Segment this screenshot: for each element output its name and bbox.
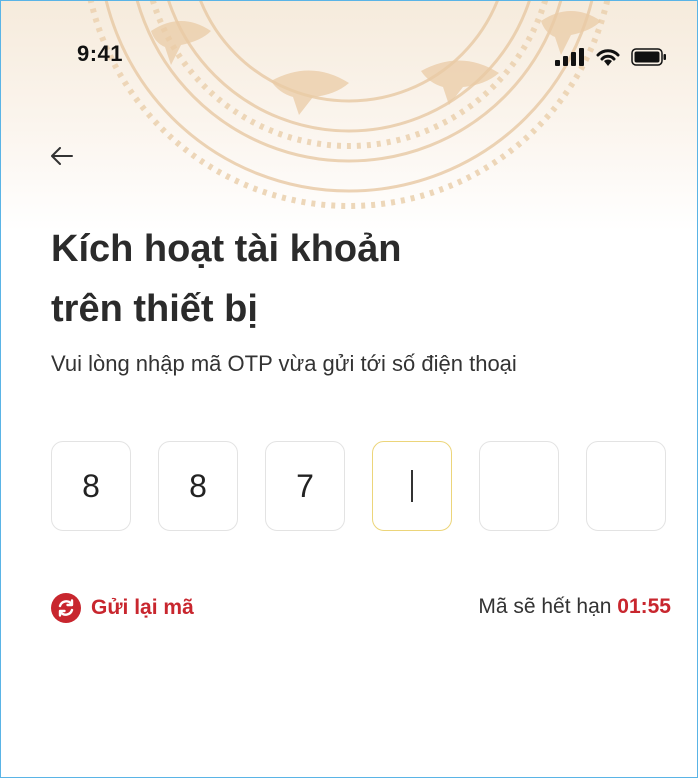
status-bar: 9:41 bbox=[1, 1, 697, 91]
page-subtitle: Vui lòng nhập mã OTP vừa gửi tới số điện… bbox=[51, 351, 517, 376]
refresh-icon bbox=[51, 593, 81, 623]
status-icons bbox=[555, 47, 667, 67]
back-button[interactable] bbox=[45, 139, 79, 173]
battery-icon bbox=[631, 48, 666, 66]
otp-digit-3[interactable]: 7 bbox=[265, 441, 345, 531]
page-title-line2: trên thiết bị bbox=[51, 288, 258, 330]
otp-digit-4[interactable] bbox=[372, 441, 452, 531]
resend-code-label: Gửi lại mã bbox=[91, 596, 194, 619]
otp-expiry-label: Mã sẽ hết hạn bbox=[478, 595, 612, 618]
otp-expiry-countdown: 01:55 bbox=[617, 595, 671, 618]
cellular-signal-icon bbox=[555, 48, 584, 66]
otp-digit-2[interactable]: 8 bbox=[158, 441, 238, 531]
otp-digit-6[interactable] bbox=[586, 441, 666, 531]
text-cursor bbox=[411, 470, 413, 502]
otp-digit-5[interactable] bbox=[479, 441, 559, 531]
arrow-left-icon bbox=[51, 147, 73, 165]
page-title: Kích hoạt tài khoản trên thiết bị bbox=[51, 219, 651, 339]
otp-digit-1[interactable]: 8 bbox=[51, 441, 131, 531]
status-time: 9:41 bbox=[77, 41, 124, 66]
wifi-icon bbox=[596, 49, 620, 66]
otp-screen: 9:41 Kích hoạt tài khoản trên thiết bị V… bbox=[0, 0, 698, 778]
resend-code-button[interactable]: Gửi lại mã bbox=[51, 593, 194, 623]
page-title-line1: Kích hoạt tài khoản bbox=[51, 228, 402, 270]
otp-expiry: Mã sẽ hết hạn 01:55 bbox=[478, 595, 671, 619]
otp-input-group: 8 8 7 bbox=[51, 441, 666, 531]
